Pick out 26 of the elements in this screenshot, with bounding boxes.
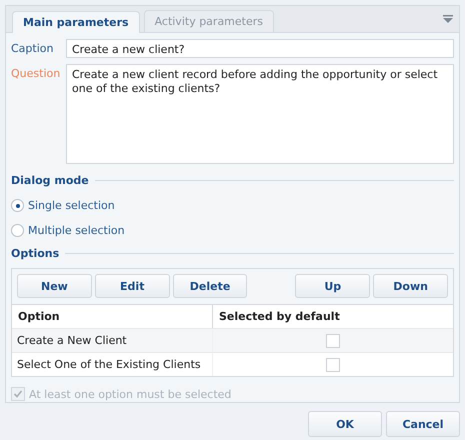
- radio-label: Single selection: [28, 199, 115, 212]
- caption-field[interactable]: Create a new client?: [66, 39, 454, 58]
- toolbar-button[interactable]: Down: [373, 274, 448, 298]
- question-field[interactable]: Create a new client record before adding the opportunity or select one of the existing clients?: [66, 64, 454, 164]
- column-header[interactable]: Option: [12, 305, 212, 328]
- table-cell-text: Create a New Client: [16, 333, 128, 349]
- checkbox[interactable]: [326, 334, 340, 348]
- check-icon: [13, 389, 23, 399]
- section-title: Dialog mode: [11, 174, 89, 187]
- toolbar-button[interactable]: Up: [295, 274, 370, 298]
- menu-caret-icon[interactable]: [443, 15, 453, 23]
- table-cell-text: Select One of the Existing Clients: [16, 357, 202, 373]
- dialog-button[interactable]: Cancel: [386, 411, 460, 437]
- field-label: Question: [11, 66, 62, 82]
- dialog-button[interactable]: OK: [308, 411, 382, 437]
- section-title: Options: [11, 247, 60, 260]
- radio-label: Multiple selection: [28, 224, 125, 237]
- radio-button[interactable]: [11, 199, 24, 212]
- toolbar-button[interactable]: New: [17, 274, 92, 298]
- field-label: Caption: [11, 41, 54, 57]
- checkbox-label: At least one option must be selected: [29, 388, 232, 400]
- checkbox[interactable]: [326, 358, 340, 372]
- toolbar-button[interactable]: Delete: [172, 274, 248, 298]
- tab[interactable]: Main parameters: [12, 11, 140, 33]
- toolbar-button[interactable]: Edit: [94, 274, 170, 298]
- radio-button[interactable]: [11, 224, 24, 237]
